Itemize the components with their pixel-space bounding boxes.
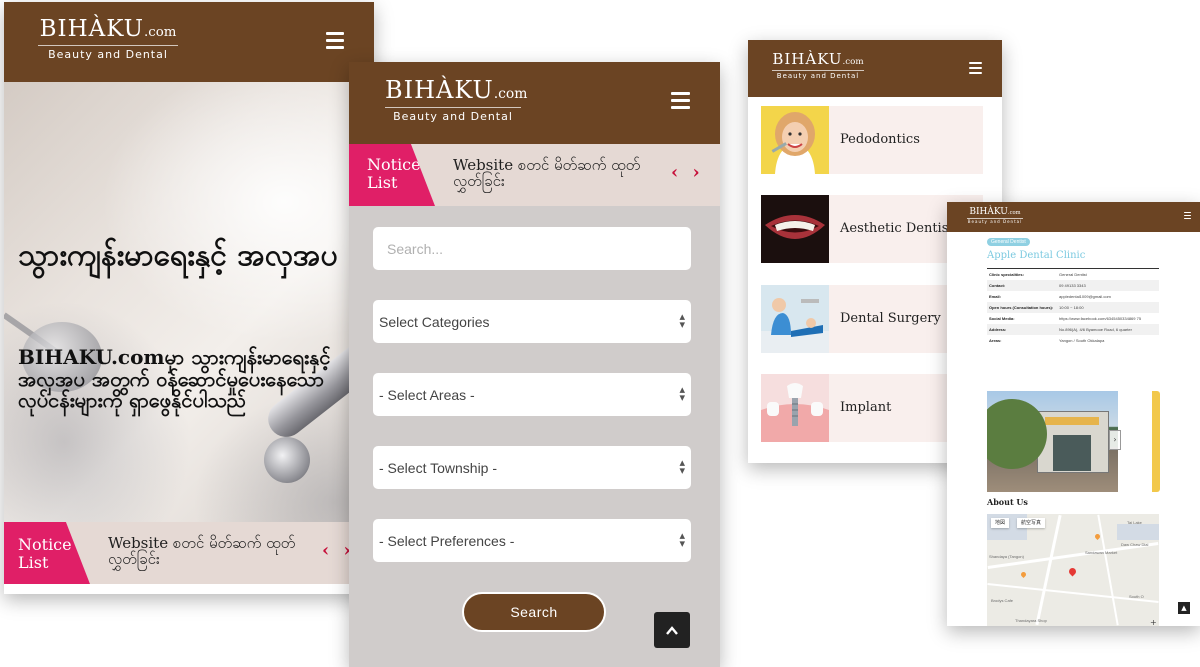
place-marker-icon [1019, 570, 1028, 579]
brand-tagline: Beauty and Dental [385, 107, 521, 123]
menu-icon[interactable] [969, 62, 982, 77]
table-row: Clinic specialities: General Dentist [989, 272, 1087, 277]
map-tab-map[interactable]: 地図 [991, 518, 1010, 528]
clinic-detail-screen: BIHÀKU.com Beauty and Dental General Den… [947, 202, 1200, 626]
clinic-name: Apple Dental Clinic [987, 250, 1086, 261]
clinic-info-table: Clinic specialities: General Dentist Cont… [987, 268, 1159, 346]
table-row: Email: appledental1009@gmail.com [989, 294, 1111, 299]
notice-arrows-icon[interactable]: ‹ › [671, 162, 704, 183]
notice-text[interactable]: Website စတင် မိတ်ဆက် ထုတ်လွှတ်ခြင်း [108, 535, 318, 568]
brand-name: BIHÀKU [39, 16, 145, 42]
brand-suffix: .com [144, 25, 177, 40]
dental-drill-graphic [264, 437, 310, 483]
scroll-top-icon[interactable]: ▲ [1178, 602, 1190, 614]
brand-tagline: Beauty and Dental [967, 218, 1023, 224]
hero-title: သွားကျန်းမာရေးနှင့် အလှအပ [18, 238, 338, 273]
brand-tagline: Beauty and Dental [38, 45, 178, 61]
zoom-in-icon[interactable]: + [1150, 618, 1157, 626]
chevron-right-icon[interactable]: › [1109, 430, 1121, 450]
notice-bar: Notice List Website စတင် မိတ်ဆက် ထုတ်လွှတ… [349, 144, 720, 206]
preferences-select[interactable]: - Select Preferences - ▴ ▾ [373, 519, 691, 562]
site-logo[interactable]: BIHÀKU.com Beauty and Dental [385, 76, 527, 123]
site-logo[interactable]: BIHÀKU.com Beauty and Dental [772, 52, 864, 80]
home-screen: BIHÀKU.com Beauty and Dental သွားကျန်းမာ… [4, 2, 374, 594]
map-tab-satellite[interactable]: 航空写真 [1017, 518, 1046, 528]
township-select[interactable]: - Select Township - ▴ ▾ [373, 446, 691, 489]
location-pin-icon[interactable] [1067, 566, 1078, 577]
menu-icon[interactable] [671, 92, 690, 113]
search-input[interactable] [373, 227, 691, 270]
site-header: BIHÀKU.com Beauty and Dental [947, 202, 1200, 232]
implant-model-photo [761, 374, 829, 442]
brand-suffix: .com [842, 57, 864, 67]
categories-select[interactable]: Select Categories ▴ ▾ [373, 300, 691, 343]
table-row: Contact: 09 49133 3343 [987, 280, 1159, 291]
search-button[interactable]: Search [462, 592, 606, 632]
service-item-pedodontics[interactable]: Pedodontics [761, 106, 983, 174]
site-header: BIHÀKU.com Beauty and Dental [349, 62, 720, 144]
hero-subtitle: BIHAKU.comမှာ သွားကျန်းမာရေးနှင့် အလှအပ … [18, 345, 331, 413]
table-row: Social Media: https://www.facebook.com/63… [989, 316, 1142, 321]
next-photo-preview[interactable] [1152, 391, 1160, 492]
brand-name: BIHÀKU [385, 76, 494, 104]
site-header: BIHÀKU.com Beauty and Dental [4, 2, 374, 82]
brand-suffix: .com [493, 86, 528, 102]
site-logo[interactable]: BIHÀKU.com Beauty and Dental [38, 18, 178, 61]
menu-icon[interactable] [326, 32, 344, 53]
notice-list-tag[interactable]: Notice List [349, 144, 435, 206]
select-chevron-icon: ▴ ▾ [679, 456, 685, 477]
notice-bar: Notice List Website စတင် မိတ်ဆက် ထုတ်လွှတ… [4, 522, 374, 584]
site-logo[interactable]: BIHÀKU.com Beauty and Dental [967, 208, 1023, 224]
brand-name: BIHÀKU [772, 50, 843, 68]
service-name: Implant [840, 400, 892, 415]
dentist-chair-photo [761, 285, 829, 353]
service-name: Dental Surgery [840, 311, 941, 326]
search-screen: BIHÀKU.com Beauty and Dental Notice List … [349, 62, 720, 667]
location-map[interactable]: 地図 航空写真 Tai Lake Daw Chaw Dial Sandawan … [987, 514, 1159, 626]
table-row: Open hours (Consultation hours): 10:00 ~ … [987, 302, 1159, 313]
scroll-top-icon[interactable] [654, 612, 690, 648]
table-row: Address: No.896(A), 4/6 Byamooe Road, 6 q… [987, 324, 1159, 335]
areas-select[interactable]: - Select Areas - ▴ ▾ [373, 373, 691, 416]
select-chevron-icon: ▴ ▾ [679, 310, 685, 331]
clinic-photo[interactable] [987, 391, 1118, 492]
select-chevron-icon: ▴ ▾ [679, 529, 685, 550]
select-chevron-icon: ▴ ▾ [679, 383, 685, 404]
category-badge[interactable]: General Dentist [987, 238, 1030, 246]
notice-text[interactable]: Website စတင် မိတ်ဆက် ထုတ်လွှတ်ခြင်း [453, 157, 663, 190]
child-dental-photo [761, 106, 829, 174]
brand-suffix: .com [1007, 210, 1021, 216]
brand-name: BIHÀKU [969, 207, 1008, 217]
about-us-heading: About Us [987, 497, 1028, 507]
menu-icon[interactable] [1184, 212, 1191, 221]
service-name: Pedodontics [840, 132, 920, 147]
site-header: BIHÀKU.com Beauty and Dental [748, 40, 1002, 97]
hero-banner: သွားကျန်းမာရေးနှင့် အလှအပ BIHAKU.comမှာ … [4, 82, 374, 522]
smile-photo [761, 195, 829, 263]
table-row: Areas: Yangon / South Okkalapa [989, 338, 1105, 343]
brand-tagline: Beauty and Dental [772, 70, 864, 80]
notice-list-tag[interactable]: Notice List [4, 522, 90, 584]
